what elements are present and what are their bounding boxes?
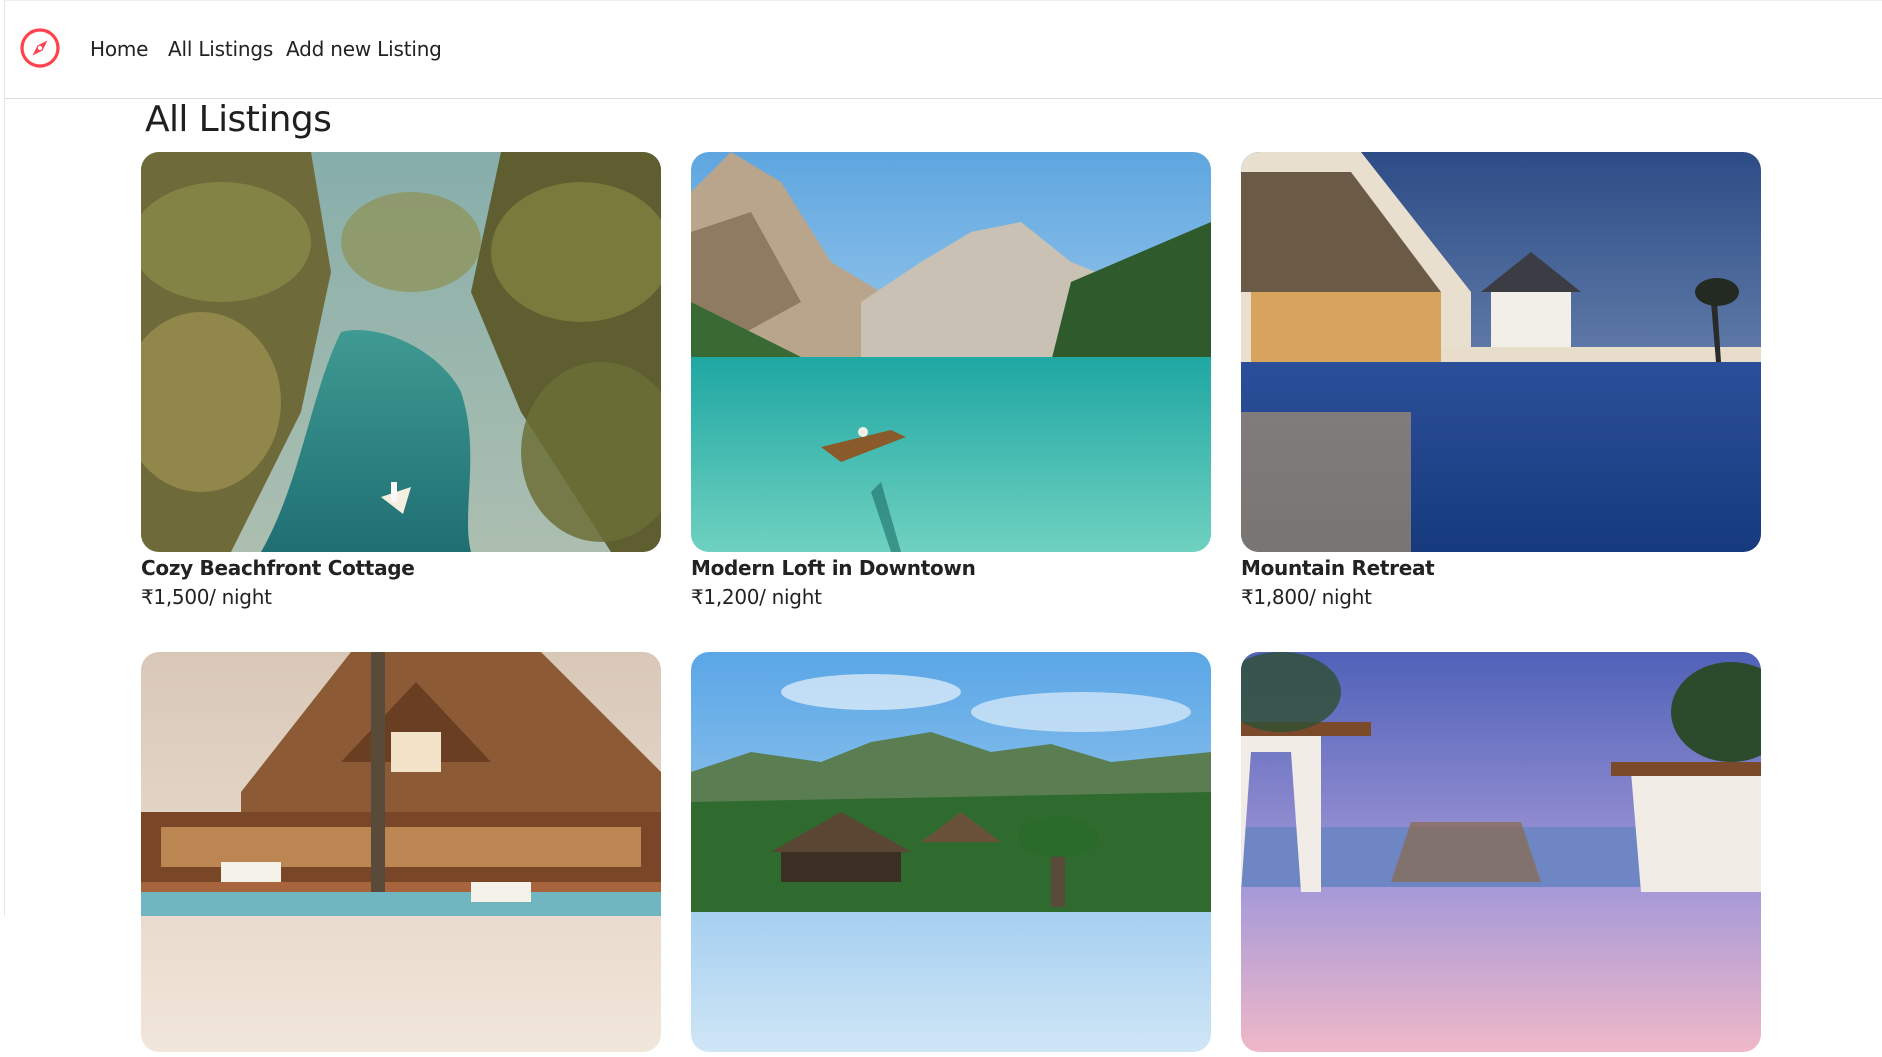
mountain-lake-rowboat-image: [691, 152, 1211, 552]
resort-pool-dusk-image: [1241, 152, 1761, 552]
navbar: Home All Listings Add new Listing: [5, 0, 1882, 99]
listing-card[interactable]: Cozy Beachfront Cottage ₹1,500/ night: [141, 152, 661, 609]
cabana-sunset-sea-image: [1241, 652, 1761, 1052]
page-frame: Home All Listings Add new Listing All Li…: [4, 0, 1882, 1052]
page-title: All Listings: [145, 99, 332, 140]
listing-card[interactable]: [141, 652, 661, 1057]
listing-card[interactable]: Modern Loft in Downtown ₹1,200/ night: [691, 152, 1211, 609]
listing-title: Cozy Beachfront Cottage: [141, 556, 415, 580]
wooden-lodge-pool-image: [141, 652, 661, 1052]
compass-icon[interactable]: [19, 27, 61, 69]
nav-link-all-listings[interactable]: All Listings: [168, 37, 273, 61]
listing-card[interactable]: [1241, 652, 1761, 1057]
listing-title: Mountain Retreat: [1241, 556, 1435, 580]
listing-card[interactable]: Mountain Retreat ₹1,800/ night: [1241, 152, 1761, 609]
nav-link-home[interactable]: Home: [90, 37, 148, 61]
nav-link-add-new-listing[interactable]: Add new Listing: [286, 37, 442, 61]
tropical-river-canoe-image: [141, 152, 661, 552]
tropical-villa-mountains-image: [691, 652, 1211, 1052]
listing-card[interactable]: [691, 652, 1211, 1057]
listing-price: ₹1,200/ night: [691, 585, 822, 609]
listing-title: Modern Loft in Downtown: [691, 556, 976, 580]
listing-price: ₹1,800/ night: [1241, 585, 1372, 609]
listing-price: ₹1,500/ night: [141, 585, 272, 609]
